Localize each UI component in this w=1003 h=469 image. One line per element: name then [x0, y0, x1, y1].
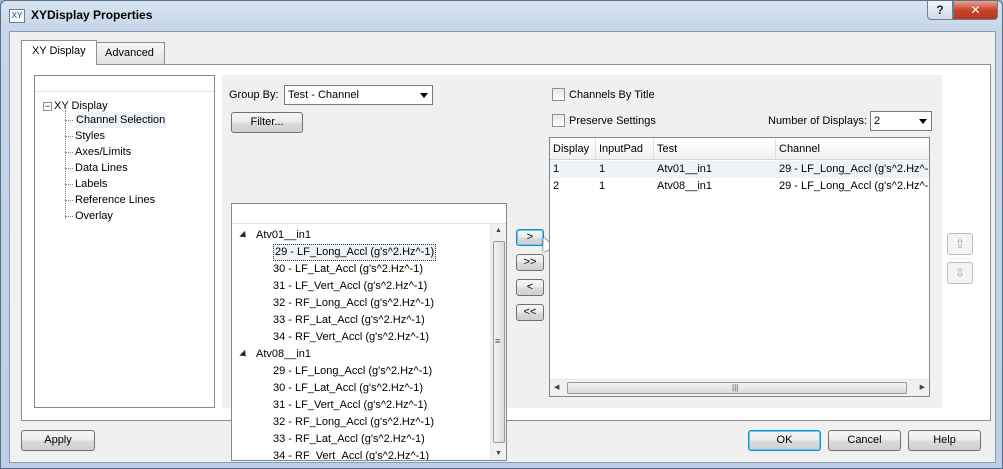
tree-group-atv08[interactable]: Atv08__in1	[239, 346, 312, 363]
group-by-value: Test - Channel	[288, 89, 359, 101]
scroll-right-icon[interactable]: ▶	[920, 383, 925, 391]
number-of-displays-value: 2	[874, 115, 881, 127]
channels-by-title-checkbox[interactable]	[552, 88, 565, 101]
channel-item[interactable]: 32 - RF_Long_Accl (g's^2.Hz^-1)	[273, 295, 434, 312]
app-icon: XY	[9, 9, 25, 23]
column-header-inputpad[interactable]: InputPad	[596, 138, 654, 160]
channel-item[interactable]: 33 - RF_Lat_Accl (g's^2.Hz^-1)	[273, 312, 425, 329]
cell-inputpad: 1	[599, 163, 606, 175]
cell-test: Atv08__in1	[657, 180, 713, 192]
preserve-settings-label: Preserve Settings	[569, 115, 656, 127]
help-button[interactable]: Help	[908, 430, 981, 451]
tree-connector	[65, 110, 66, 218]
tree-item-data-lines[interactable]: Data Lines	[65, 160, 128, 176]
number-of-displays-select[interactable]: 2	[870, 111, 932, 131]
cell-inputpad: 1	[599, 180, 606, 192]
settings-tree: − XY Display Channel Selection Styles Axe…	[34, 75, 215, 408]
scroll-up-icon[interactable]: ▲	[495, 227, 502, 234]
tree-item-axes-limits[interactable]: Axes/Limits	[64, 144, 131, 160]
collapse-icon[interactable]: −	[43, 101, 52, 111]
preserve-settings-checkbox[interactable]	[552, 114, 565, 127]
channel-item[interactable]: 30 - LF_Lat_Accl (g's^2.Hz^-1)	[273, 261, 423, 278]
filter-button[interactable]: Filter...	[231, 112, 303, 133]
grip-icon: ≡	[495, 336, 501, 346]
selected-channels-grid: Display InputPad Test Channel 1 1 Atv01_…	[549, 137, 930, 397]
tree-item-overlay[interactable]: Overlay	[65, 208, 113, 224]
help-caption-button[interactable]: ?	[927, 1, 953, 20]
cancel-button[interactable]: Cancel	[828, 430, 901, 451]
channel-item[interactable]: 29 - LF_Long_Accl (g's^2.Hz^-1)	[273, 363, 432, 380]
grid-horizontal-scrollbar[interactable]: ◀ ||| ▶	[550, 379, 929, 396]
channel-item[interactable]: 34 - RF_Vert_Accl (g's^2.Hz^-1)	[273, 329, 429, 346]
cell-channel: 29 - LF_Long_Accl (g's^2.Hz^-1)	[779, 180, 930, 192]
ok-button[interactable]: OK	[748, 430, 821, 451]
dialog-window: XY XYDisplay Properties ? ✕ XY Display A…	[0, 0, 1003, 469]
tab-advanced[interactable]: Advanced	[94, 42, 165, 64]
grip-icon: |||	[732, 383, 739, 392]
tree-group-atv01[interactable]: Atv01__in1	[239, 227, 312, 244]
cell-test: Atv01__in1	[657, 163, 713, 175]
column-header-channel[interactable]: Channel	[776, 138, 929, 160]
channel-item[interactable]: 31 - LF_Vert_Accl (g's^2.Hz^-1)	[273, 278, 427, 295]
tab-xy-display[interactable]: XY Display	[21, 40, 97, 65]
channel-item[interactable]: 31 - LF_Vert_Accl (g's^2.Hz^-1)	[273, 397, 427, 414]
channel-tree-scrollbar[interactable]: ▲ ≡ ▼	[490, 224, 506, 460]
cell-display: 2	[553, 180, 560, 192]
title-bar[interactable]: XY XYDisplay Properties ? ✕	[1, 1, 1002, 31]
column-header-test[interactable]: Test	[654, 138, 776, 160]
channel-tree: Atv01__in1 29 - LF_Long_Accl (g's^2.Hz^-…	[231, 203, 507, 461]
tree-item-reference-lines[interactable]: Reference Lines	[64, 192, 155, 208]
channel-item[interactable]: 33 - RF_Lat_Accl (g's^2.Hz^-1)	[273, 431, 425, 448]
chevron-down-icon	[420, 93, 428, 98]
move-up-button[interactable]: ⇧	[947, 233, 973, 255]
group-label: Atv08__in1	[256, 348, 312, 360]
cell-channel: 29 - LF_Long_Accl (g's^2.Hz^-1)	[779, 163, 930, 175]
tree-item-labels[interactable]: Labels	[64, 176, 107, 192]
chevron-down-icon	[919, 119, 927, 124]
add-all-button[interactable]: >>	[516, 254, 544, 271]
cell-display: 1	[553, 163, 560, 175]
expand-triangle-icon[interactable]	[239, 349, 249, 359]
dialog-client: XY Display Advanced − XY Display Channel …	[9, 31, 996, 463]
column-header-display[interactable]: Display	[550, 138, 596, 160]
remove-channel-button[interactable]: <	[516, 279, 544, 296]
group-by-select[interactable]: Test - Channel	[284, 85, 433, 105]
number-of-displays-label: Number of Displays:	[768, 115, 868, 127]
channel-tree-header	[232, 204, 506, 224]
tree-root-label: XY Display	[54, 100, 108, 112]
table-row[interactable]: 2 1 Atv08__in1 29 - LF_Long_Accl (g's^2.…	[550, 178, 929, 195]
tree-header	[35, 76, 214, 92]
channels-by-title-label: Channels By Title	[569, 89, 655, 101]
channel-item[interactable]: 34 - RF_Vert_Accl (g's^2.Hz^-1)	[273, 448, 429, 460]
scroll-thumb[interactable]: ≡	[493, 241, 505, 443]
scroll-left-icon[interactable]: ◀	[554, 383, 559, 391]
table-row[interactable]: 1 1 Atv01__in1 29 - LF_Long_Accl (g's^2.…	[550, 161, 929, 178]
scroll-thumb[interactable]: |||	[567, 382, 907, 394]
scroll-down-icon[interactable]: ▼	[495, 450, 502, 457]
tree-item-channel-selection[interactable]: Channel Selection	[64, 112, 167, 128]
window-title: XYDisplay Properties	[31, 8, 153, 22]
tree-item-styles[interactable]: Styles	[65, 128, 105, 144]
move-down-button[interactable]: ⇩	[947, 262, 973, 284]
apply-button[interactable]: Apply	[21, 430, 95, 451]
group-by-label: Group By:	[229, 89, 279, 101]
remove-all-button[interactable]: <<	[516, 304, 544, 321]
grid-header: Display InputPad Test Channel	[550, 138, 929, 160]
channel-item[interactable]: 30 - LF_Lat_Accl (g's^2.Hz^-1)	[273, 380, 423, 397]
expand-triangle-icon[interactable]	[239, 230, 249, 240]
group-label: Atv01__in1	[256, 229, 312, 241]
close-caption-button[interactable]: ✕	[953, 1, 998, 20]
channel-item[interactable]: 32 - RF_Long_Accl (g's^2.Hz^-1)	[273, 414, 434, 431]
channel-item[interactable]: 29 - LF_Long_Accl (g's^2.Hz^-1)	[273, 244, 437, 261]
